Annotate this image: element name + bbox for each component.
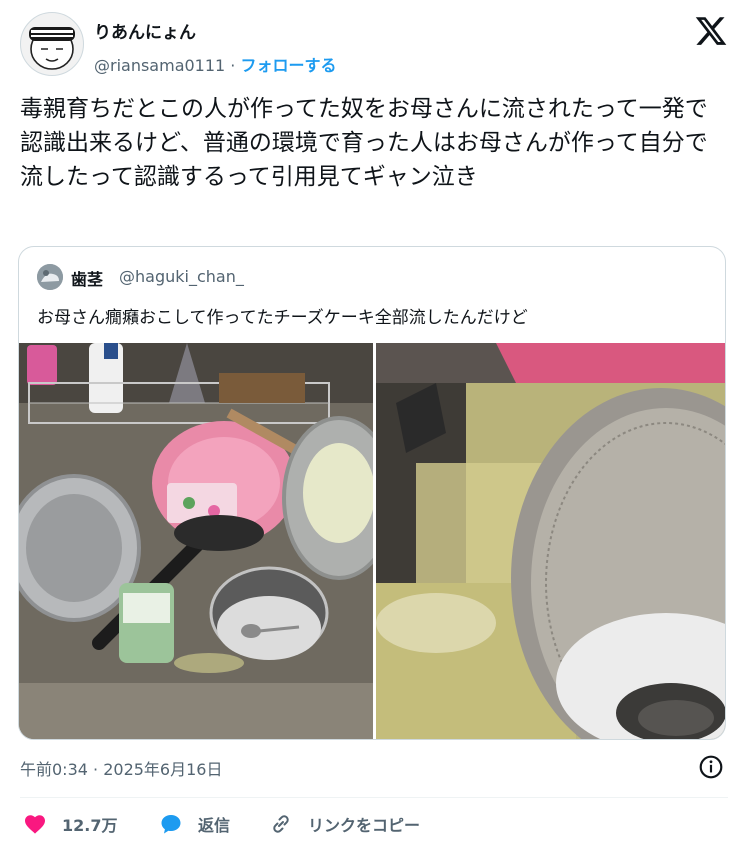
quoted-tweet-text: お母さん癇癪おこして作ってたチーズケーキ全部流したんだけど bbox=[37, 308, 528, 328]
tweet-time: 午前0:34 bbox=[20, 760, 88, 779]
reply-label: 返信 bbox=[198, 816, 231, 835]
tweet-timestamp[interactable]: 午前0:34 · 2025年6月16日 bbox=[20, 756, 222, 780]
tweet-date: 2025年6月16日 bbox=[103, 760, 223, 779]
x-logo-icon[interactable] bbox=[694, 14, 728, 48]
follow-button[interactable]: フォローする bbox=[240, 56, 336, 75]
divider bbox=[20, 797, 728, 798]
author-handle-row: @riansama0111 · フォローする bbox=[94, 52, 337, 76]
copy-link-button[interactable]: リンクをコピー bbox=[268, 810, 420, 838]
heart-icon bbox=[25, 815, 45, 834]
reply-button[interactable]: 返信 bbox=[158, 810, 230, 838]
quoted-photo-sink[interactable] bbox=[19, 343, 373, 739]
quoted-author-name: 歯茎 bbox=[71, 270, 104, 289]
quoted-photo-drain[interactable] bbox=[376, 343, 725, 739]
reply-bubble-icon bbox=[161, 815, 181, 834]
author-name[interactable]: りあんにょん bbox=[94, 18, 196, 43]
like-button[interactable]: 12.7万 bbox=[22, 810, 117, 838]
quoted-avatar bbox=[37, 264, 63, 290]
author-handle[interactable]: @riansama0111 bbox=[94, 56, 225, 75]
tweet-text: 毒親育ちだとこの人が作ってた奴をお母さんに流されたって一発で認識出来るけど、普通… bbox=[20, 96, 708, 190]
link-icon bbox=[273, 815, 289, 833]
handle-separator: · bbox=[225, 56, 241, 75]
info-icon[interactable] bbox=[698, 754, 724, 780]
quoted-author-handle: @haguki_chan_ bbox=[119, 267, 244, 286]
like-count: 12.7万 bbox=[62, 816, 118, 835]
meta-separator: · bbox=[87, 760, 104, 779]
copy-link-label: リンクをコピー bbox=[308, 816, 421, 835]
sink-photo-illustration bbox=[19, 343, 373, 739]
avatar-drawing bbox=[29, 27, 75, 70]
quoted-avatar-drawing bbox=[37, 264, 63, 290]
author-avatar[interactable] bbox=[20, 12, 84, 76]
quoted-tweet[interactable]: 歯茎 @haguki_chan_ お母さん癇癪おこして作ってたチーズケーキ全部流… bbox=[18, 246, 726, 740]
drain-photo-illustration bbox=[376, 343, 725, 739]
